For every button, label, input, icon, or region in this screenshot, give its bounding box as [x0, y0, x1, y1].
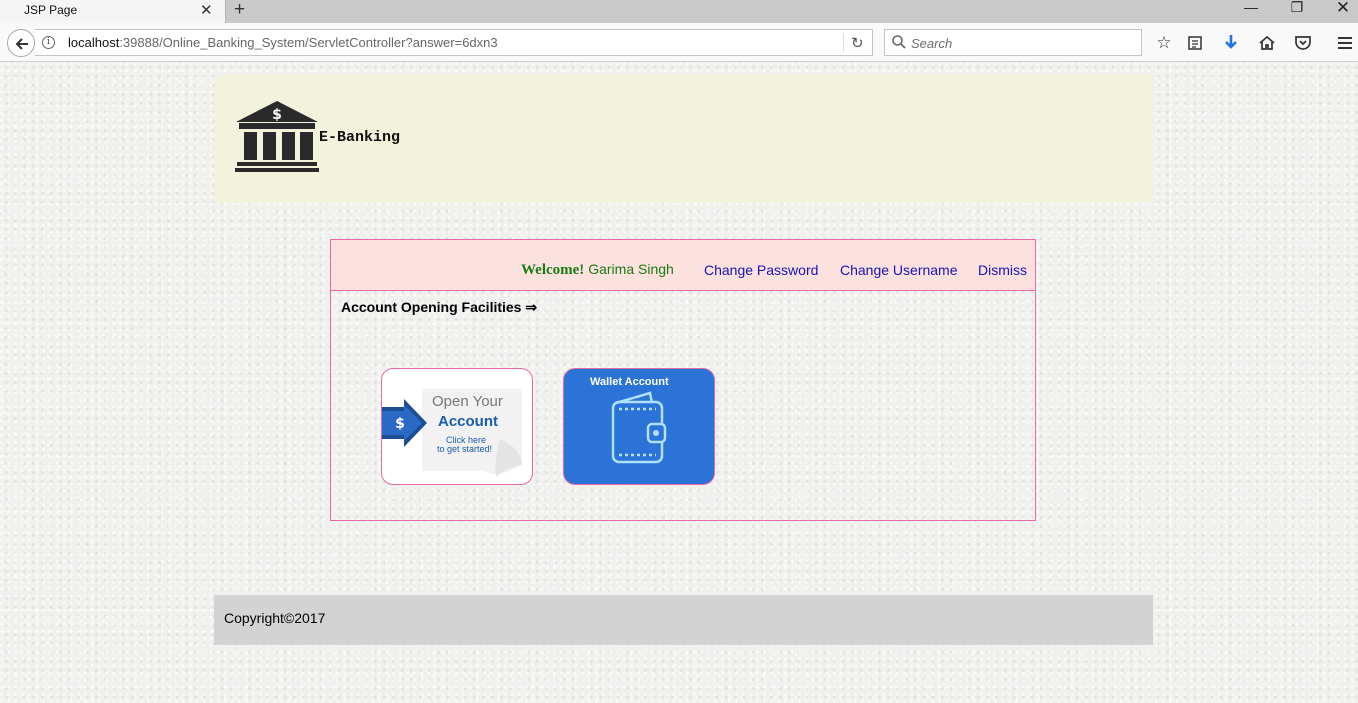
home-icon[interactable]: [1256, 32, 1278, 54]
back-arrow-icon: [15, 38, 28, 50]
account-text: Account: [438, 413, 498, 430]
pocket-icon[interactable]: [1292, 32, 1314, 54]
browser-tab-bar: JSP Page ✕ + — ❐ ✕: [0, 0, 1358, 23]
page-content: $ E-Banking Welcome! Garima Singh Change…: [0, 62, 1358, 703]
window-restore-icon[interactable]: ❐: [1274, 0, 1320, 23]
wallet-account-card[interactable]: Wallet Account: [563, 368, 715, 485]
svg-text:$: $: [395, 416, 405, 432]
facilities-heading: Account Opening Facilities ⇒: [341, 299, 538, 315]
new-tab-icon[interactable]: +: [234, 0, 245, 21]
dismiss-link[interactable]: Dismiss: [978, 262, 1027, 278]
site-header: $ E-Banking: [215, 75, 1151, 203]
open-your-text: Open Your: [432, 393, 503, 410]
welcome-message: Welcome! Garima Singh: [521, 261, 674, 279]
menu-icon[interactable]: [1334, 32, 1356, 54]
back-button[interactable]: [7, 29, 35, 57]
account-panel: Welcome! Garima Singh Change Password Ch…: [330, 239, 1036, 521]
welcome-label: Welcome!: [521, 262, 585, 278]
info-icon[interactable]: i: [42, 36, 55, 49]
url-divider: [843, 33, 844, 52]
get-started-text: to get started!: [437, 444, 493, 454]
brand-name: E-Banking: [319, 129, 401, 146]
change-username-link[interactable]: Change Username: [840, 262, 958, 278]
browser-tab[interactable]: JSP Page ✕: [0, 0, 226, 23]
tab-close-icon[interactable]: ✕: [200, 1, 213, 19]
tab-title: JSP Page: [24, 3, 78, 17]
user-name: Garima Singh: [588, 261, 674, 277]
browser-nav-bar: i localhost:39888/Online_Banking_System/…: [0, 23, 1358, 62]
copyright-text: Copyright©2017: [224, 610, 326, 626]
url-text[interactable]: localhost:39888/Online_Banking_System/Se…: [68, 35, 498, 50]
window-minimize-icon[interactable]: —: [1228, 0, 1274, 23]
change-password-link[interactable]: Change Password: [704, 262, 818, 278]
reading-list-icon[interactable]: [1184, 32, 1206, 54]
user-nav-bar: Welcome! Garima Singh Change Password Ch…: [331, 240, 1035, 291]
search-icon: [892, 35, 906, 49]
url-bar[interactable]: i localhost:39888/Online_Banking_System/…: [35, 29, 873, 56]
download-icon[interactable]: [1220, 32, 1242, 54]
bank-logo-icon: $: [235, 101, 319, 172]
open-account-card[interactable]: $ Open Your Account Click here to get st…: [381, 368, 533, 485]
bookmark-star-icon[interactable]: ☆: [1153, 32, 1175, 54]
wallet-icon: [611, 391, 667, 464]
search-bar[interactable]: Search: [884, 29, 1142, 56]
window-close-icon[interactable]: ✕: [1320, 0, 1358, 23]
reload-icon[interactable]: ↻: [851, 34, 864, 52]
search-placeholder: Search: [911, 36, 953, 51]
site-footer: Copyright©2017: [214, 595, 1153, 645]
svg-text:$: $: [272, 107, 282, 123]
